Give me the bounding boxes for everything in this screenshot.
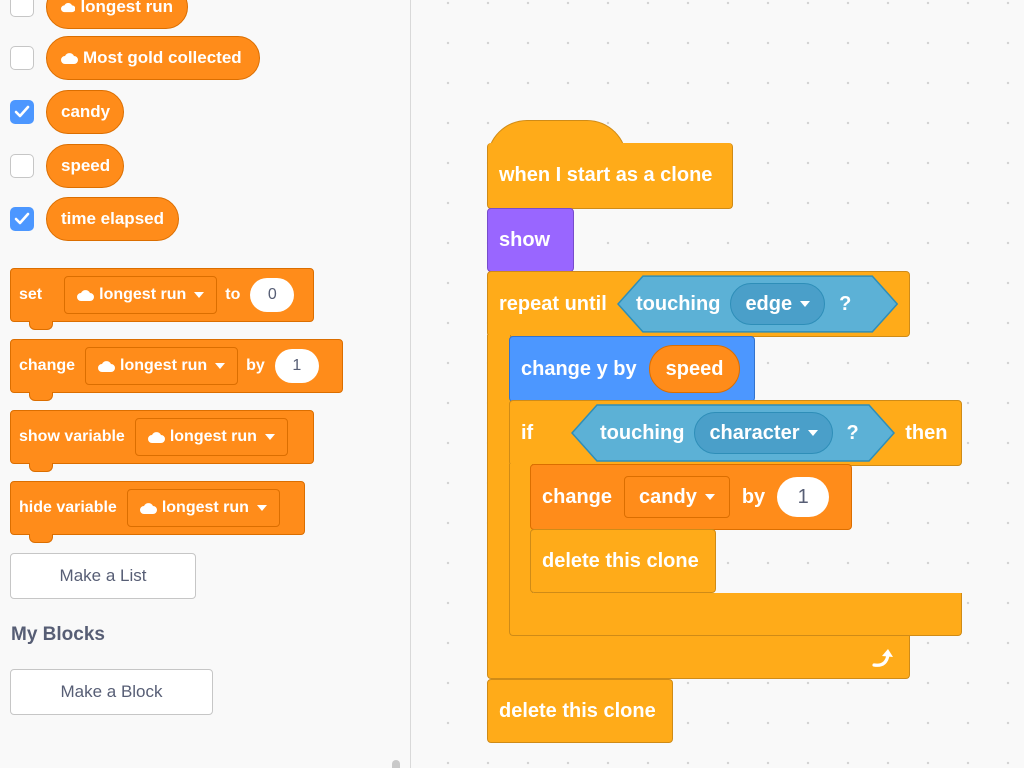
variable-checkbox-candy[interactable] xyxy=(10,100,34,124)
block-label: change xyxy=(542,485,613,508)
cloud-icon xyxy=(147,431,165,443)
delete-clone-block-inner[interactable]: delete this clone xyxy=(530,529,716,593)
condition-label: touching xyxy=(600,421,685,444)
if-condition-content: touching character ? xyxy=(600,410,859,456)
variable-checkbox-most-gold[interactable] xyxy=(10,46,34,70)
value-input[interactable]: 0 xyxy=(250,278,295,312)
variable-reporter-most-gold[interactable]: Most gold collected xyxy=(46,36,260,80)
chevron-down-icon xyxy=(704,494,715,500)
dropdown-value: longest run xyxy=(120,357,208,374)
repeat-arm xyxy=(487,335,511,635)
variable-label: speed xyxy=(61,156,111,175)
block-label: change y by xyxy=(521,357,637,380)
variable-reporter-time-elapsed[interactable]: time elapsed xyxy=(46,197,179,241)
check-icon xyxy=(14,105,30,118)
chevron-down-icon xyxy=(215,363,226,369)
script-workspace[interactable]: when I start as a clone show repeat unti… xyxy=(411,0,1024,768)
cloud-icon xyxy=(98,360,116,372)
cloud-icon xyxy=(139,502,157,514)
question-mark: ? xyxy=(846,421,859,444)
block-label: show variable xyxy=(19,428,125,445)
show-variable-block[interactable]: show variable longest run xyxy=(10,410,314,472)
variable-dropdown[interactable]: longest run xyxy=(134,418,288,456)
block-label: delete this clone xyxy=(542,549,699,572)
variable-dropdown[interactable]: longest run xyxy=(126,489,280,527)
block-label: hide variable xyxy=(19,499,117,516)
block-label: by xyxy=(246,357,265,374)
show-block[interactable]: show xyxy=(487,208,574,272)
cloud-icon xyxy=(61,2,76,12)
dropdown-value: character xyxy=(709,421,800,444)
chevron-down-icon xyxy=(256,505,267,511)
value-input[interactable]: 1 xyxy=(777,477,830,517)
variable-reporter-longest-run[interactable]: longest run xyxy=(46,0,188,29)
block-palette: longest run Most gold collected candy sp… xyxy=(0,0,411,768)
block-label: then xyxy=(905,421,948,444)
delete-clone-block-outer[interactable]: delete this clone xyxy=(487,679,673,743)
set-variable-block[interactable]: set longest run to 0 xyxy=(10,268,314,330)
cloud-icon xyxy=(61,52,78,64)
variable-checkbox-time-elapsed[interactable] xyxy=(10,207,34,231)
chevron-down-icon xyxy=(800,301,811,307)
dropdown-value: candy xyxy=(639,485,697,508)
variable-label: Most gold collected xyxy=(83,48,242,67)
hide-variable-block[interactable]: hide variable longest run xyxy=(10,481,305,543)
variable-dropdown[interactable]: candy xyxy=(624,476,730,518)
palette-scrollbar[interactable] xyxy=(392,760,400,768)
variable-reporter-candy[interactable]: candy xyxy=(46,90,124,134)
if-bottom xyxy=(509,593,962,636)
loop-arrow-icon xyxy=(872,649,893,667)
dropdown-value: longest run xyxy=(161,499,249,516)
change-y-block[interactable]: change y by speed xyxy=(509,336,755,402)
block-label: change xyxy=(19,357,76,374)
repeat-condition-content: touching edge ? xyxy=(636,281,851,327)
block-label: repeat until xyxy=(499,292,607,315)
make-list-button[interactable]: Make a List xyxy=(10,553,196,599)
value-input[interactable]: 1 xyxy=(274,349,319,383)
variable-checkbox-speed[interactable] xyxy=(10,154,34,178)
chevron-down-icon xyxy=(264,434,275,440)
block-label: by xyxy=(741,485,766,508)
block-label: to xyxy=(225,286,241,303)
variable-dropdown[interactable]: longest run xyxy=(64,276,218,314)
block-label: if xyxy=(521,421,534,444)
dropdown-value: longest run xyxy=(99,286,187,303)
block-label: delete this clone xyxy=(499,699,656,722)
repeat-bottom xyxy=(487,635,910,679)
when-start-as-clone-block[interactable]: when I start as a clone xyxy=(487,143,733,209)
chevron-down-icon xyxy=(194,292,205,298)
check-icon xyxy=(14,212,30,225)
variable-reporter-speed[interactable]: speed xyxy=(46,144,124,188)
condition-label: touching xyxy=(636,292,721,315)
speed-reporter[interactable]: speed xyxy=(648,345,741,393)
cloud-icon xyxy=(77,289,95,301)
touching-target-dropdown[interactable]: edge xyxy=(730,283,826,325)
variable-label: time elapsed xyxy=(61,209,164,228)
block-label: when I start as a clone xyxy=(499,164,713,186)
question-mark: ? xyxy=(839,292,852,315)
my-blocks-heading: My Blocks xyxy=(11,624,105,645)
variable-dropdown[interactable]: longest run xyxy=(85,347,239,385)
chevron-down-icon xyxy=(807,430,818,436)
change-variable-block[interactable]: change longest run by 1 xyxy=(10,339,343,401)
touching-target-dropdown[interactable]: character xyxy=(694,412,833,454)
block-label: show xyxy=(499,228,551,251)
dropdown-value: longest run xyxy=(169,428,257,445)
variable-checkbox-longest-run[interactable] xyxy=(10,0,34,17)
block-label: set xyxy=(19,286,43,303)
variable-label: candy xyxy=(61,102,111,121)
dropdown-value: edge xyxy=(745,292,793,315)
variable-label: longest run xyxy=(80,0,173,16)
change-candy-block[interactable]: change candy by 1 xyxy=(530,464,852,530)
make-block-button[interactable]: Make a Block xyxy=(10,669,213,715)
